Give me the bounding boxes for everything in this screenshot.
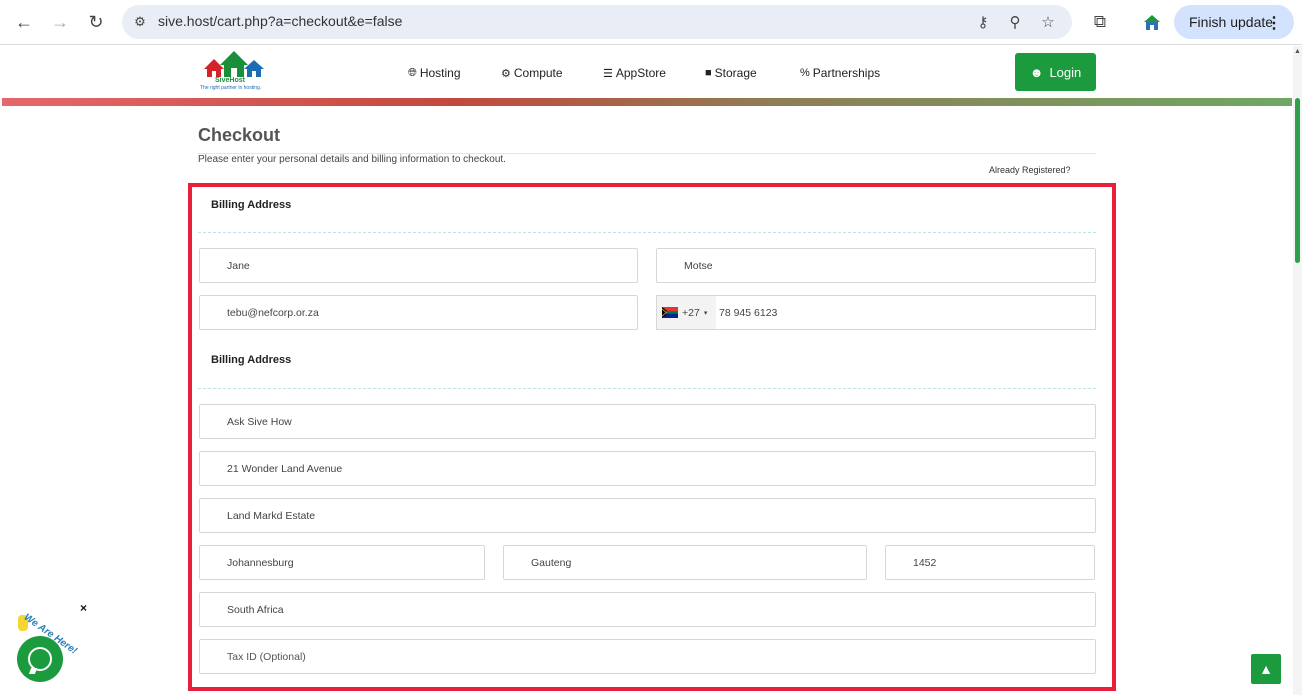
address-bar[interactable]: ⚙ sive.host/cart.php?a=checkout&e=false … xyxy=(122,5,1072,39)
nav-storage-label: Storage xyxy=(714,66,757,80)
logo-name: SiveHost xyxy=(215,77,245,84)
site-settings-icon[interactable]: ⚙ xyxy=(130,12,150,32)
profile-avatar-icon[interactable] xyxy=(1140,10,1164,34)
header-gradient-bar xyxy=(2,98,1292,106)
user-icon: ☻ xyxy=(1029,64,1044,80)
nav-appstore-label: AppStore xyxy=(615,66,666,80)
last-name-field[interactable]: Motse xyxy=(656,248,1096,283)
section-divider xyxy=(198,232,1096,233)
email-field[interactable]: tebu@nefcorp.or.za xyxy=(199,295,638,330)
gear-icon: ⚙ xyxy=(501,67,511,80)
nav-compute-label: Compute xyxy=(513,66,563,80)
address-line-1-field[interactable]: 21 Wonder Land Avenue xyxy=(199,451,1096,486)
reload-icon[interactable]: ↻ xyxy=(84,10,108,34)
nav-hosting-label: Hosting xyxy=(419,66,461,80)
database-icon: ☰ xyxy=(603,67,613,80)
nav-appstore[interactable]: ☰ AppStore xyxy=(603,66,666,80)
cube-icon: ■ xyxy=(705,67,712,79)
more-icon: ⋮ xyxy=(1266,15,1282,32)
forward-icon[interactable]: → xyxy=(48,10,72,34)
nav-compute[interactable]: ⚙ Compute xyxy=(501,66,563,80)
caret-down-icon: ▾ xyxy=(703,309,708,317)
nav-hosting[interactable]: 🌐︎ Hosting xyxy=(408,66,461,80)
extensions-icon[interactable]: ⧉ xyxy=(1088,10,1112,34)
finish-update-button[interactable]: Finish update ⋮ xyxy=(1174,5,1294,39)
company-field[interactable]: Ask Sive How xyxy=(199,404,1096,439)
already-registered-link[interactable]: Already Registered? xyxy=(989,165,1071,175)
finish-update-label: Finish update xyxy=(1189,14,1274,30)
section-title-billing-2: Billing Address xyxy=(211,354,292,366)
phone-code: +27 xyxy=(682,306,700,319)
tax-id-field[interactable]: Tax ID (Optional) xyxy=(199,639,1096,674)
sivehost-logo[interactable]: SiveHost The right partner in hosting. xyxy=(200,51,272,93)
postcode-field[interactable]: 1452 xyxy=(885,545,1095,580)
section-divider xyxy=(198,388,1096,389)
url-text[interactable]: sive.host/cart.php?a=checkout&e=false xyxy=(158,13,402,29)
nav-storage[interactable]: ■ Storage xyxy=(705,66,757,80)
percent-icon: % xyxy=(800,67,810,79)
page-title: Checkout xyxy=(198,125,281,145)
globe-icon: 🌐︎ xyxy=(408,66,417,79)
scroll-to-top-button[interactable]: ▲ xyxy=(1251,654,1281,684)
nav-partnerships[interactable]: % Partnerships xyxy=(800,66,880,80)
south-africa-flag-icon xyxy=(662,307,678,318)
browser-toolbar: ← → ↻ ⚙ sive.host/cart.php?a=checkout&e=… xyxy=(0,0,1302,45)
back-icon[interactable]: ← xyxy=(12,10,36,34)
star-icon[interactable]: ☆ xyxy=(1037,12,1059,32)
nav-partnerships-label: Partnerships xyxy=(812,66,881,80)
state-field[interactable]: Gauteng xyxy=(503,545,867,580)
chat-launcher-button[interactable] xyxy=(17,636,63,682)
login-label: Login xyxy=(1049,64,1082,80)
chat-bubble-icon xyxy=(28,647,52,671)
logo-tagline: The right partner in hosting. xyxy=(200,85,262,91)
country-select[interactable]: South Africa xyxy=(199,592,1096,627)
page-subtitle: Please enter your personal details and b… xyxy=(198,154,506,165)
scroll-up-icon[interactable]: ▲ xyxy=(1294,48,1301,55)
scroll-thumb[interactable] xyxy=(1295,98,1300,263)
city-field[interactable]: Johannesburg xyxy=(199,545,485,580)
rocket-icon: ▲ xyxy=(1259,661,1273,677)
chat-close-icon[interactable]: × xyxy=(80,601,87,615)
first-name-field[interactable]: Jane xyxy=(199,248,638,283)
site-header: SiveHost The right partner in hosting. 🌐… xyxy=(0,46,1302,98)
section-title-billing-1: Billing Address xyxy=(211,199,292,211)
key-icon[interactable]: ⚷ xyxy=(972,12,994,32)
phone-number-field[interactable]: 78 945 6123 xyxy=(716,295,1096,330)
zoom-icon[interactable]: ⚲ xyxy=(1004,12,1026,32)
phone-country-select[interactable]: +27 ▾ xyxy=(656,295,716,330)
address-line-2-field[interactable]: Land Markd Estate xyxy=(199,498,1096,533)
login-button[interactable]: ☻ Login xyxy=(1015,53,1096,91)
